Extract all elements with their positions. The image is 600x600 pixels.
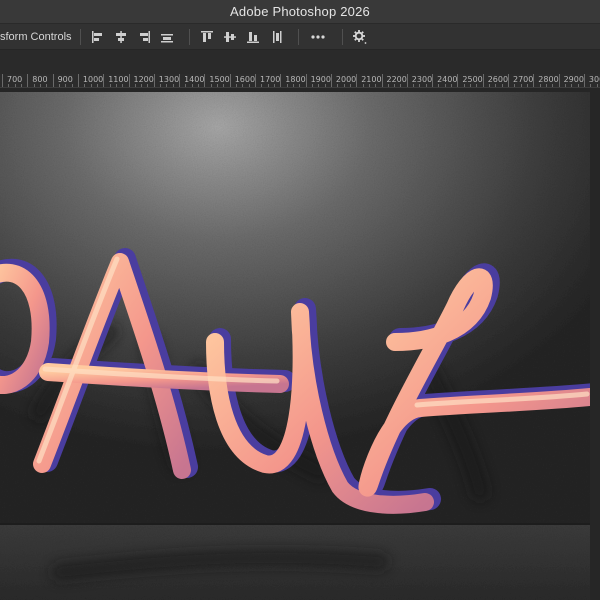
align-horizontal-centers-icon[interactable] <box>112 28 130 46</box>
ruler-tick <box>52 74 54 87</box>
align-top-edges-icon[interactable] <box>198 28 216 46</box>
transform-controls-label[interactable]: sform Controls <box>0 31 72 43</box>
options-bar: sform Controls <box>0 24 600 50</box>
neon-lettering-artwork <box>0 92 590 600</box>
distribute-vertical-icon[interactable] <box>267 28 285 46</box>
ruler-tick <box>583 74 585 87</box>
ruler-label: 1100 <box>108 75 129 84</box>
align-left-edges-icon[interactable] <box>89 28 107 46</box>
ruler-label: 2800 <box>538 75 559 84</box>
ruler-tick <box>381 74 383 87</box>
ruler-tick <box>103 74 105 87</box>
ruler-tick <box>153 74 155 87</box>
ruler-tick <box>27 74 29 87</box>
document-tab-area <box>0 50 600 74</box>
align-bottom-edges-icon[interactable] <box>244 28 262 46</box>
ruler-label: 1300 <box>158 75 180 84</box>
ruler-label: 2000 <box>335 75 357 84</box>
ruler-tick <box>558 74 560 87</box>
align-vertical-centers-icon[interactable] <box>221 28 239 46</box>
ruler-tick <box>204 74 206 87</box>
distribute-horizontal-icon[interactable] <box>158 28 176 46</box>
ruler-tick <box>255 74 256 87</box>
ruler-label: 2700 <box>513 75 534 84</box>
divider <box>188 28 190 45</box>
ruler-tick <box>305 74 307 87</box>
divider <box>297 28 299 45</box>
ruler-label: 1800 <box>285 75 306 84</box>
ruler-label: 1600 <box>234 75 256 84</box>
ruler-tick <box>2 74 3 87</box>
align-right-edges-icon[interactable] <box>135 28 153 46</box>
ruler-tick <box>356 74 358 87</box>
title-bar: Adobe Photoshop 2026 <box>0 0 600 24</box>
ruler-label: 1700 <box>260 75 281 84</box>
window-title: Adobe Photoshop 2026 <box>230 4 370 19</box>
ruler-tick <box>533 74 535 87</box>
ruler-tick <box>330 74 332 87</box>
ruler-label: 1000 <box>82 75 104 84</box>
gear-icon[interactable] <box>351 28 369 46</box>
ruler-label: 2900 <box>563 75 584 84</box>
ruler-tick <box>432 74 434 87</box>
ruler-label: 700 <box>7 75 23 84</box>
ruler-tick <box>77 74 79 87</box>
ruler-label: 1500 <box>209 75 230 84</box>
ruler-label: 2100 <box>361 75 382 84</box>
divider <box>341 28 343 45</box>
divider <box>79 28 81 45</box>
ruler-tick <box>482 74 484 87</box>
ruler-label: 3000 <box>588 75 600 84</box>
ruler-tick <box>457 74 459 87</box>
ruler-label: 2400 <box>437 75 458 84</box>
ruler-label: 1400 <box>184 75 205 84</box>
ruler-tick <box>508 74 509 87</box>
ruler-tick <box>280 74 282 87</box>
ruler-label: 2600 <box>487 75 509 84</box>
ruler-label: 800 <box>32 75 48 84</box>
ruler-tick <box>406 74 408 87</box>
document-canvas[interactable] <box>0 92 590 600</box>
ruler-label: 900 <box>57 75 73 84</box>
ellipsis-icon[interactable] <box>307 28 329 46</box>
ruler-tick <box>229 74 231 87</box>
horizontal-ruler[interactable]: 700 800 900 1000 1100 1200 1300 1400 1500 1600 170… <box>0 74 600 88</box>
ruler-label: 2300 <box>411 75 433 84</box>
ruler-label: 1200 <box>133 75 154 84</box>
ruler-label: 2200 <box>386 75 407 84</box>
ruler-label: 2500 <box>462 75 483 84</box>
ruler-label: 1900 <box>310 75 331 84</box>
ruler-tick <box>128 74 130 87</box>
ruler-tick <box>179 74 181 87</box>
